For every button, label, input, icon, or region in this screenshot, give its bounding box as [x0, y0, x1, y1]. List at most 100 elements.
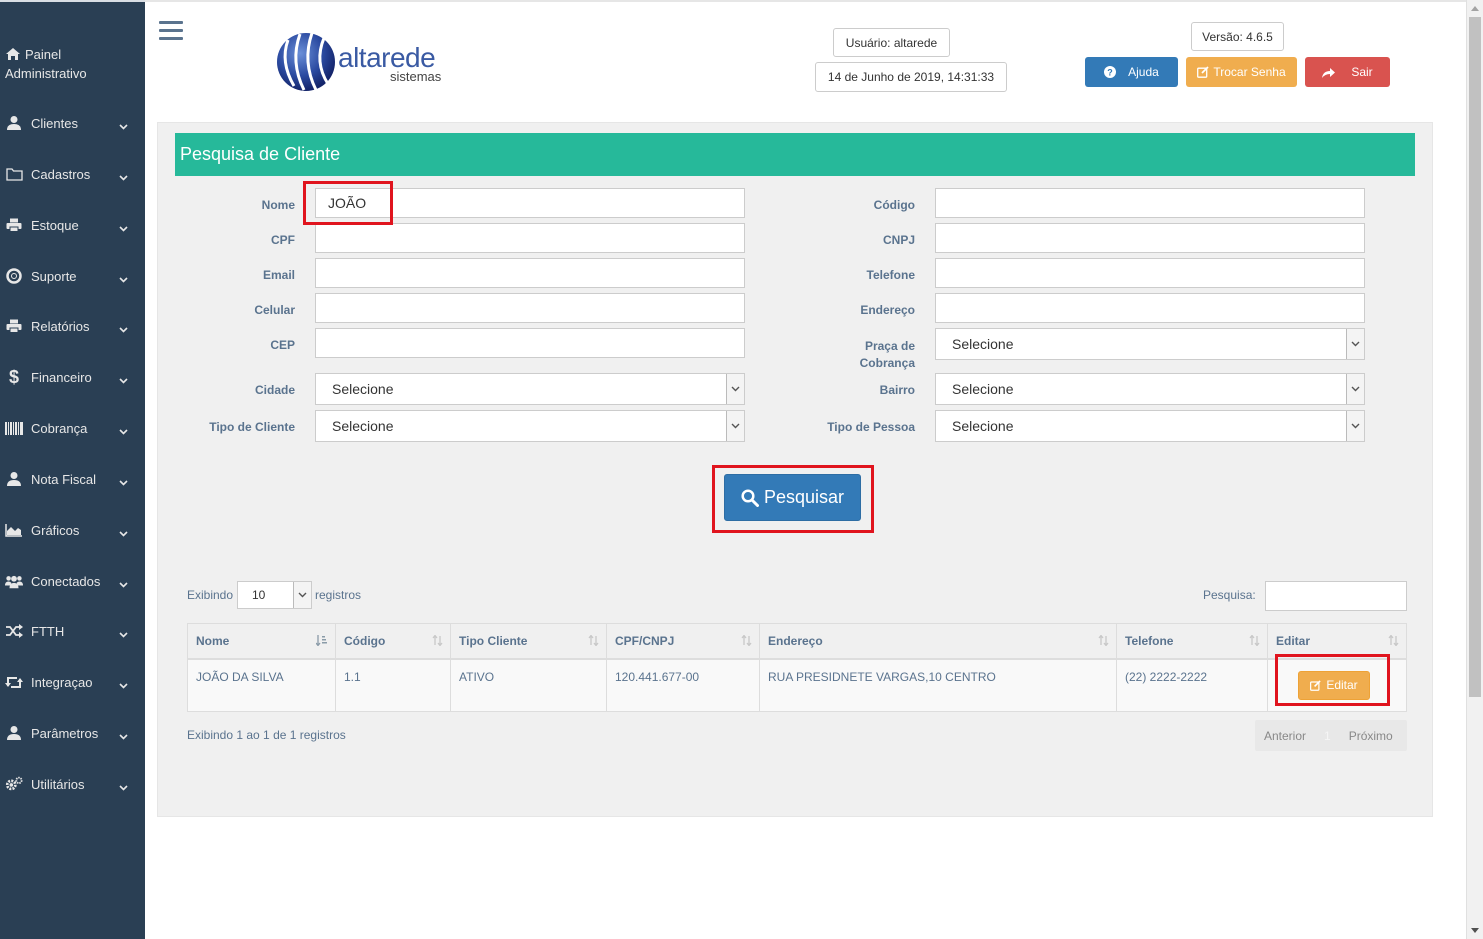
chevron-down-icon — [119, 220, 128, 235]
col-codigo[interactable]: Código — [335, 623, 451, 660]
codigo-input[interactable] — [935, 188, 1365, 218]
sidebar-item-clientes[interactable]: Clientes — [0, 108, 145, 138]
nome-input[interactable] — [315, 188, 745, 218]
tipo-pessoa-select[interactable]: Selecione — [935, 410, 1365, 442]
chevron-down-icon — [119, 677, 128, 692]
col-editar[interactable]: Editar — [1267, 623, 1407, 660]
scroll-up-icon[interactable] — [1467, 0, 1483, 16]
help-label: Ajuda — [1128, 65, 1159, 79]
sidebar-item-parametros[interactable]: Parâmetros — [0, 718, 145, 748]
cep-input[interactable] — [315, 328, 745, 358]
sort-icon — [1098, 634, 1109, 649]
chevron-down-icon — [119, 576, 128, 591]
sort-icon — [741, 634, 752, 649]
user-icon — [5, 115, 23, 131]
sidebar-item-relatorios[interactable]: Relatórios — [0, 311, 145, 341]
logo-subtitle: sistemas — [390, 69, 442, 84]
col-cpf-cnpj[interactable]: CPF/CNPJ — [606, 623, 760, 660]
col-label: Endereço — [768, 633, 823, 648]
bairro-select[interactable]: Selecione — [935, 373, 1365, 405]
edit-button[interactable]: Editar — [1298, 670, 1370, 700]
showing-label: Exibindo — [187, 588, 234, 602]
sort-icon — [1388, 634, 1399, 649]
barcode-icon — [5, 421, 23, 435]
sidebar-item-conectados[interactable]: Conectados — [0, 566, 145, 596]
praca-cobranca-select[interactable]: Selecione — [935, 328, 1365, 360]
datetime-box: 14 de Junho de 2019, 14:31:33 — [815, 62, 1007, 92]
scrollbar-thumb[interactable] — [1469, 17, 1481, 697]
question-circle-icon: ? — [1104, 66, 1117, 78]
sidebar-item-integracao[interactable]: Integraçao — [0, 667, 145, 697]
praca-cobranca-label: Praça de Cobrança — [815, 338, 915, 372]
chevron-down-icon — [119, 423, 128, 438]
sidebar-item-estoque[interactable]: Estoque — [0, 210, 145, 240]
sidebar-item-cobranca[interactable]: Cobrança — [0, 413, 145, 443]
sidebar-item-ftth[interactable]: FTTH — [0, 616, 145, 646]
celular-label: Celular — [254, 303, 295, 317]
user-icon — [5, 471, 23, 487]
scroll-down-icon[interactable] — [1467, 922, 1483, 938]
menu-toggle-icon[interactable] — [159, 21, 183, 41]
admin-panel-link[interactable]: Painel Administrativo — [5, 46, 140, 82]
sidebar-item-cadastros[interactable]: Cadastros — [0, 159, 145, 189]
sidebar-item-label: Cobrança — [31, 420, 88, 436]
folder-icon — [5, 167, 23, 181]
cpf-label: CPF — [271, 233, 295, 247]
chevron-down-icon — [119, 779, 128, 794]
pagination-page[interactable]: 1 — [1315, 729, 1340, 743]
search-button[interactable]: Pesquisar — [724, 474, 861, 521]
sidebar-item-nota-fiscal[interactable]: Nota Fiscal — [0, 464, 145, 494]
telefone-input[interactable] — [935, 258, 1365, 288]
edit-icon — [1310, 679, 1321, 691]
col-label: Tipo Cliente — [459, 633, 528, 648]
pagination-next[interactable]: Próximo — [1340, 729, 1402, 743]
altarede-logo: altarede sistemas — [274, 28, 474, 94]
col-telefone[interactable]: Telefone — [1116, 623, 1268, 660]
page-length-value: 10 — [252, 588, 266, 602]
sidebar-item-graficos[interactable]: Gráficos — [0, 515, 145, 545]
change-password-button[interactable]: Trocar Senha — [1186, 57, 1297, 87]
endereco-label: Endereço — [860, 303, 915, 317]
cpf-input[interactable] — [315, 223, 745, 253]
col-nome[interactable]: Nome — [187, 623, 336, 660]
sidebar-item-financeiro[interactable]: $ Financeiro — [0, 362, 145, 392]
sidebar-item-label: Conectados — [31, 573, 101, 589]
chevron-down-icon — [293, 582, 311, 608]
chevron-down-icon — [119, 728, 128, 743]
random-icon — [5, 624, 23, 638]
user-info-box: Usuário: altarede — [833, 28, 950, 57]
endereco-input[interactable] — [935, 293, 1365, 323]
logout-button[interactable]: Sair — [1305, 57, 1390, 87]
print-icon — [5, 319, 23, 333]
top-border — [145, 0, 1466, 2]
bairro-label: Bairro — [879, 383, 915, 397]
user-icon — [5, 725, 23, 741]
col-label: Telefone — [1125, 633, 1174, 648]
area-chart-icon — [5, 523, 23, 537]
cell-telefone: (22) 2222-2222 — [1116, 658, 1268, 712]
sidebar-item-utilitarios[interactable]: Utilitários — [0, 769, 145, 799]
cnpj-input[interactable] — [935, 223, 1365, 253]
print-icon — [5, 218, 23, 232]
praca-label-line2: Cobrança — [859, 356, 915, 370]
praca-select-value: Selecione — [952, 336, 1014, 352]
nome-label: Nome — [261, 198, 295, 212]
vertical-scrollbar[interactable] — [1466, 0, 1483, 939]
sidebar-item-label: Utilitários — [31, 776, 85, 792]
table-row: JOÃO DA SILVA 1.1 ATIVO 120.441.677-00 R… — [187, 658, 1407, 712]
tipo-cliente-select[interactable]: Selecione — [315, 410, 745, 442]
help-button[interactable]: ? Ajuda — [1085, 57, 1178, 87]
logout-label: Sair — [1351, 65, 1373, 79]
pagination-previous[interactable]: Anterior — [1255, 729, 1315, 743]
col-tipo-cliente[interactable]: Tipo Cliente — [450, 623, 607, 660]
sidebar-item-suporte[interactable]: Suporte — [0, 261, 145, 291]
page-length-select[interactable]: 10 — [237, 581, 312, 609]
edit-icon — [1197, 66, 1209, 78]
cidade-select[interactable]: Selecione — [315, 373, 745, 405]
email-input[interactable] — [315, 258, 745, 288]
retweet-icon — [5, 676, 23, 689]
table-search-input[interactable] — [1265, 581, 1407, 611]
celular-input[interactable] — [315, 293, 745, 323]
cell-nome: JOÃO DA SILVA — [187, 658, 336, 712]
col-endereco[interactable]: Endereço — [759, 623, 1117, 660]
